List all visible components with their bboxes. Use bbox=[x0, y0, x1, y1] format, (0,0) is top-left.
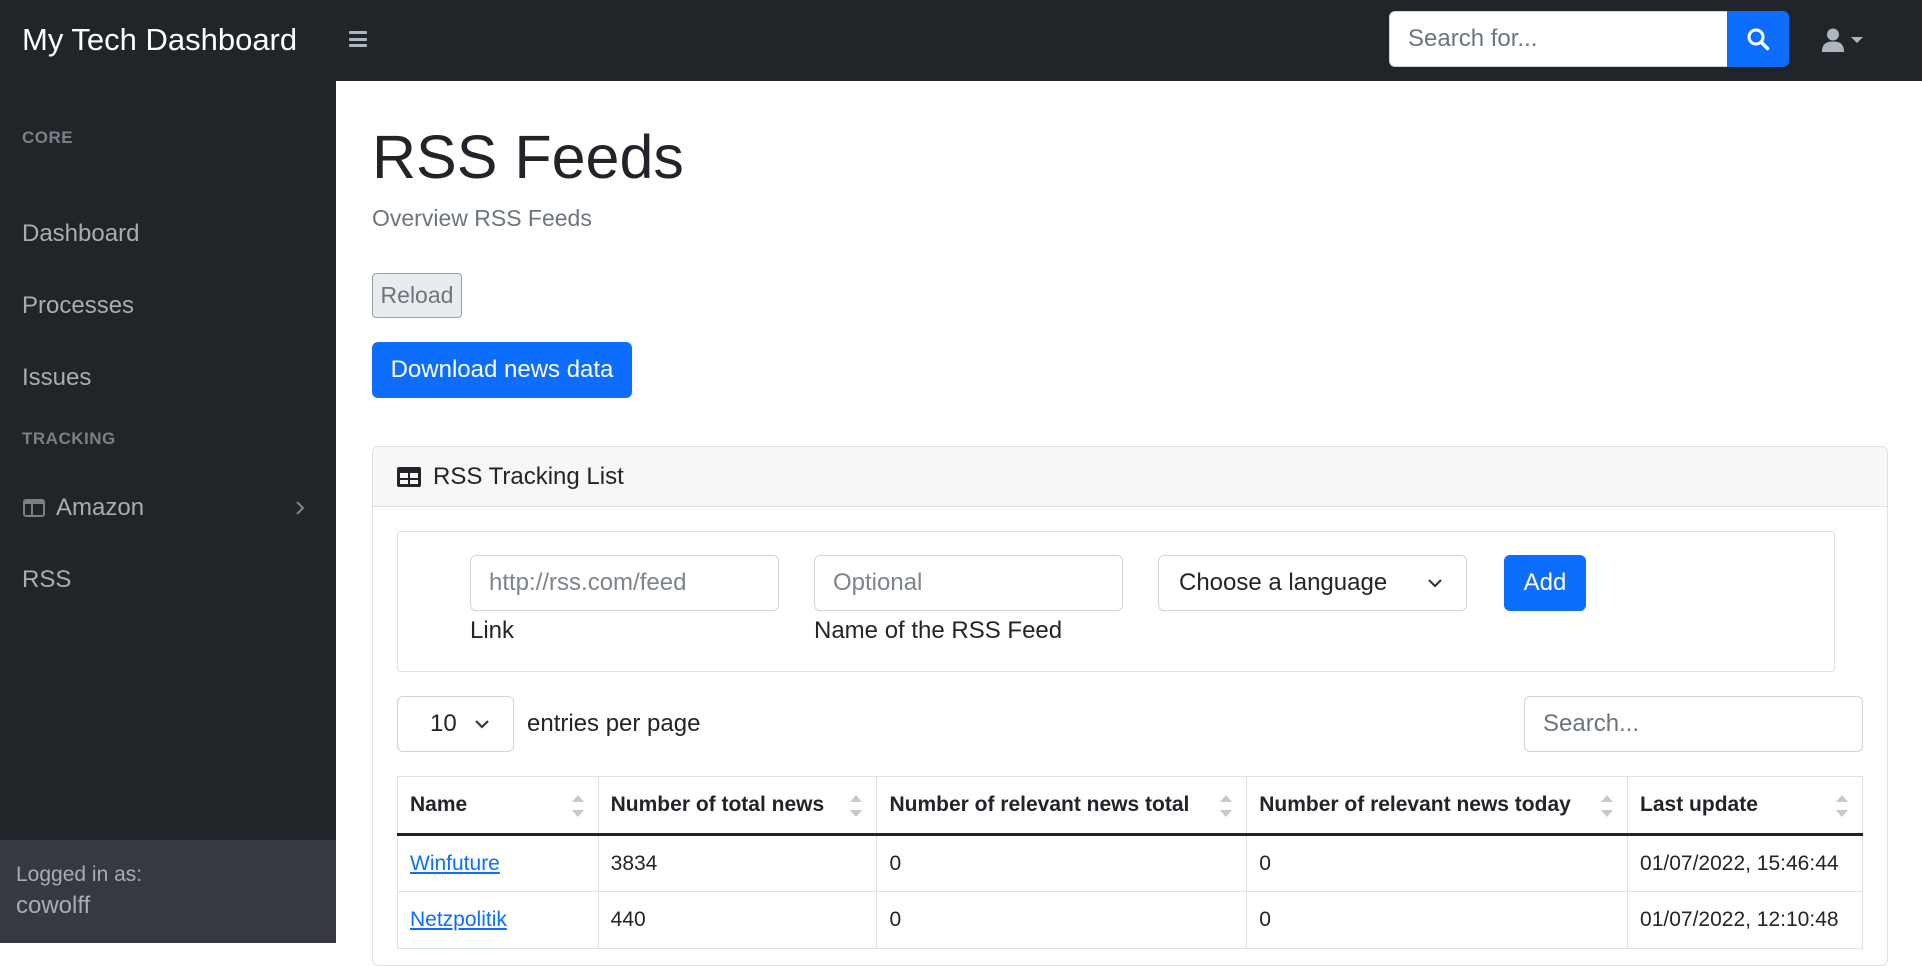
logged-in-label: Logged in as: bbox=[16, 863, 143, 886]
link-label: Link bbox=[470, 617, 515, 644]
brand-title[interactable]: My Tech Dashboard bbox=[22, 20, 297, 60]
columns-icon bbox=[22, 496, 46, 520]
table-row: Winfuture 3834 0 0 01/07/2022, 15:46:44 bbox=[397, 834, 1863, 892]
top-search-button[interactable] bbox=[1727, 11, 1789, 67]
cell-relevant-today: 0 bbox=[1246, 834, 1629, 892]
card-title: RSS Tracking List bbox=[433, 462, 624, 490]
entries-per-page-select[interactable]: 10 bbox=[397, 696, 514, 752]
cell-total-news: 3834 bbox=[597, 834, 878, 892]
page-subtitle: Overview RSS Feeds bbox=[372, 205, 592, 231]
sidebar-heading-core: CORE bbox=[22, 128, 74, 147]
sort-icon bbox=[571, 795, 584, 817]
top-navbar: My Tech Dashboard bbox=[0, 0, 1922, 81]
sidebar-item-label: Issues bbox=[22, 364, 92, 391]
cell-relevant-total: 0 bbox=[876, 891, 1248, 949]
cell-relevant-today: 0 bbox=[1246, 891, 1629, 949]
column-header-last-update[interactable]: Last update bbox=[1627, 776, 1863, 836]
feed-name-input[interactable] bbox=[814, 555, 1123, 611]
link-input[interactable] bbox=[470, 555, 779, 611]
per-page-value: 10 bbox=[430, 710, 457, 737]
table-header-row: Name Number of total news Number of rele… bbox=[397, 776, 1863, 836]
chevron-down-icon bbox=[1428, 579, 1442, 588]
reload-button[interactable]: Reload bbox=[372, 273, 462, 318]
sidebar-heading-tracking: TRACKING bbox=[22, 429, 116, 448]
feed-link[interactable]: Winfuture bbox=[410, 852, 500, 875]
sidebar-item-amazon[interactable]: Amazon bbox=[0, 480, 336, 536]
sort-icon bbox=[1220, 795, 1233, 817]
add-feed-button[interactable]: Add bbox=[1504, 555, 1586, 611]
sidebar: CORE Dashboard Processes Issues TRACKING… bbox=[0, 81, 336, 943]
add-feed-form: Link Name of the RSS Feed Choose a langu… bbox=[397, 531, 1835, 672]
feed-link[interactable]: Netzpolitik bbox=[410, 908, 507, 931]
language-select-value: Choose a language bbox=[1179, 569, 1388, 596]
sidebar-toggle-button[interactable] bbox=[345, 26, 371, 52]
sort-icon bbox=[850, 795, 863, 817]
cell-last-update: 01/07/2022, 15:46:44 bbox=[1627, 834, 1863, 892]
menu-icon bbox=[349, 31, 367, 47]
chevron-right-icon bbox=[296, 501, 305, 515]
user-icon bbox=[1822, 28, 1844, 52]
cell-total-news: 440 bbox=[597, 891, 878, 949]
sidebar-item-dashboard[interactable]: Dashboard bbox=[0, 206, 336, 262]
entries-per-page-label: entries per page bbox=[527, 710, 701, 737]
top-search-input[interactable] bbox=[1389, 11, 1728, 67]
column-header-relevant-total[interactable]: Number of relevant news total bbox=[876, 776, 1248, 836]
sidebar-item-rss[interactable]: RSS bbox=[0, 552, 336, 608]
main-content: RSS Feeds Overview RSS Feeds Reload Down… bbox=[336, 81, 1922, 966]
feed-name-label: Name of the RSS Feed bbox=[814, 617, 1063, 644]
sidebar-item-processes[interactable]: Processes bbox=[0, 278, 336, 334]
table-row: Netzpolitik 440 0 0 01/07/2022, 12:10:48 bbox=[397, 891, 1863, 949]
logged-in-username: cowolff bbox=[16, 892, 91, 919]
page-title: RSS Feeds bbox=[372, 123, 684, 191]
search-icon bbox=[1747, 28, 1770, 51]
rss-feeds-table: Name Number of total news Number of rele… bbox=[397, 776, 1863, 949]
cell-relevant-total: 0 bbox=[876, 834, 1248, 892]
language-select[interactable]: Choose a language bbox=[1158, 555, 1467, 611]
sidebar-item-label: RSS bbox=[22, 566, 72, 593]
card-header: RSS Tracking List bbox=[373, 447, 1887, 507]
sidebar-item-label: Processes bbox=[22, 292, 135, 319]
column-header-name[interactable]: Name bbox=[397, 776, 599, 836]
cell-last-update: 01/07/2022, 12:10:48 bbox=[1627, 891, 1863, 949]
download-news-data-button[interactable]: Download news data bbox=[372, 342, 632, 398]
sidebar-item-label: Amazon bbox=[56, 494, 145, 521]
column-header-relevant-today[interactable]: Number of relevant news today bbox=[1246, 776, 1629, 836]
chevron-down-icon bbox=[475, 720, 489, 729]
sort-icon bbox=[1836, 795, 1848, 817]
user-menu-dropdown[interactable] bbox=[1822, 24, 1878, 56]
caret-down-icon bbox=[1851, 37, 1863, 43]
sidebar-item-issues[interactable]: Issues bbox=[0, 350, 336, 406]
sort-icon bbox=[1601, 795, 1614, 817]
rss-tracking-card: RSS Tracking List Link Name of the RSS F… bbox=[372, 446, 1888, 966]
sidebar-item-label: Dashboard bbox=[22, 220, 140, 247]
sidebar-footer: Logged in as: cowolff bbox=[0, 840, 336, 943]
table-icon bbox=[397, 466, 421, 487]
table-search-input[interactable] bbox=[1524, 696, 1863, 752]
column-header-total-news[interactable]: Number of total news bbox=[597, 776, 878, 836]
